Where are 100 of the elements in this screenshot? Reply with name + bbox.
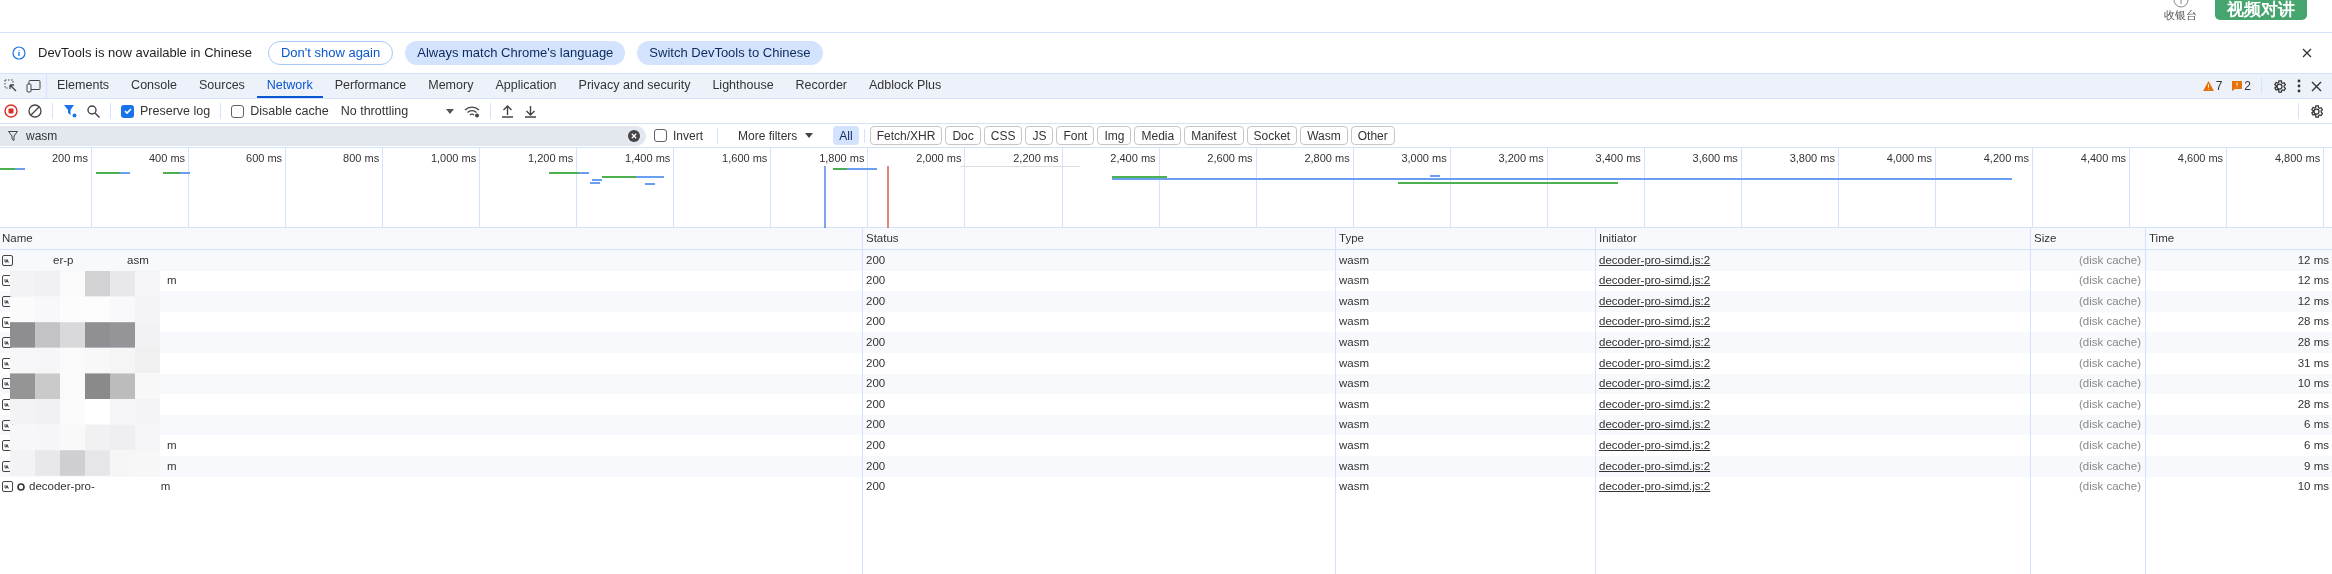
column-header[interactable]: Status <box>866 229 899 248</box>
issue-icon[interactable] <box>2232 81 2243 91</box>
panel-tab[interactable]: Sources <box>189 74 255 98</box>
type-cell-text: wasm <box>1339 479 1370 495</box>
issue-count[interactable]: 2 <box>2244 77 2251 95</box>
panel-tab[interactable]: Memory <box>418 74 484 98</box>
clear-icon[interactable] <box>28 104 42 118</box>
request-name[interactable]: m <box>167 437 177 455</box>
time-cell-text: 9 ms <box>2304 458 2329 474</box>
type-filter-chip[interactable]: Manifest <box>1184 126 1244 145</box>
panel-tab[interactable]: Performance <box>324 74 417 98</box>
initiator-link[interactable]: decoder-pro-simd.js:2 <box>1599 395 1711 414</box>
time-cell-text: 10 ms <box>2297 376 2329 392</box>
warning-icon[interactable] <box>2202 81 2214 91</box>
status-cell-text: 200 <box>866 376 886 392</box>
request-name[interactable]: asm <box>127 251 149 269</box>
size-cell-text: (disk cache) <box>2079 376 2141 392</box>
size-cell-text: (disk cache) <box>2079 314 2141 330</box>
initiator-link[interactable]: decoder-pro-simd.js:2 <box>1599 416 1711 434</box>
settings-icon[interactable] <box>2272 78 2287 94</box>
panel-tab[interactable]: Adblock Plus <box>859 74 952 98</box>
size-cell-text: (disk cache) <box>2079 458 2141 474</box>
type-filter-chip[interactable]: Font <box>1056 126 1095 145</box>
clear-icon[interactable] <box>628 129 640 142</box>
file-icon <box>2 275 13 287</box>
timeline-tick-label: 3,000 ms <box>1401 151 1447 166</box>
status-cell-text: 200 <box>866 479 886 495</box>
initiator-link[interactable]: decoder-pro-simd.js:2 <box>1599 437 1711 455</box>
disable-cache-checkbox[interactable]: Disable cache <box>231 101 329 121</box>
file-icon <box>2 316 13 328</box>
panel-tab[interactable]: Recorder <box>785 74 857 98</box>
checkmark-icon <box>122 106 133 116</box>
initiator-link[interactable]: decoder-pro-simd.js:2 <box>1599 313 1711 331</box>
type-filter-chip[interactable]: Socket <box>1246 126 1298 145</box>
initiator-link[interactable]: decoder-pro-simd.js:2 <box>1599 375 1711 393</box>
settings-icon[interactable] <box>2309 103 2324 119</box>
request-name[interactable]: m <box>167 457 177 475</box>
size-cell-text: (disk cache) <box>2079 355 2141 371</box>
banner-button[interactable]: Switch DevTools to Chinese <box>637 41 823 65</box>
more-icon[interactable] <box>2297 79 2301 93</box>
search-icon[interactable] <box>87 104 100 118</box>
initiator-link[interactable]: decoder-pro-simd.js:2 <box>1599 478 1711 496</box>
type-filter-chip[interactable]: Other <box>1350 126 1395 145</box>
initiator-link[interactable]: decoder-pro-simd.js:2 <box>1599 251 1711 269</box>
timeline-tick-label: 1,200 ms <box>528 151 574 166</box>
network-conditions-icon[interactable] <box>464 104 481 118</box>
upload-icon[interactable] <box>501 104 515 118</box>
inspect-icon[interactable] <box>4 79 18 93</box>
time-cell-text: 28 ms <box>2297 396 2329 412</box>
file-icon <box>2 481 13 493</box>
type-filter-chip[interactable]: Wasm <box>1300 126 1348 145</box>
column-header[interactable]: Initiator <box>1599 229 1637 248</box>
panel-tab[interactable]: Console <box>121 74 187 98</box>
preserve-log-checkbox[interactable]: Preserve log <box>121 101 211 121</box>
initiator-link[interactable]: decoder-pro-simd.js:2 <box>1599 354 1711 372</box>
initiator-link[interactable]: decoder-pro-simd.js:2 <box>1599 457 1711 475</box>
status-cell-text: 200 <box>866 335 886 351</box>
more-filters-dropdown[interactable]: More filters <box>726 126 826 145</box>
type-filter-chip[interactable]: All <box>833 126 859 145</box>
column-header[interactable]: Time <box>2149 229 2175 248</box>
request-name[interactable]: decoder-pro- <box>29 478 95 496</box>
close-icon[interactable] <box>2302 48 2312 58</box>
timeline-tick-label: 3,200 ms <box>1498 151 1544 166</box>
type-filter-chip[interactable]: Img <box>1097 126 1132 145</box>
request-name[interactable]: m <box>160 478 171 496</box>
record-stop-icon[interactable] <box>4 104 18 118</box>
download-icon[interactable] <box>524 104 538 118</box>
warning-count[interactable]: 7 <box>2215 77 2223 95</box>
type-filter-chip[interactable]: CSS <box>983 126 1023 145</box>
column-header[interactable]: Type <box>1339 229 1364 248</box>
panel-tab[interactable]: Elements <box>47 74 120 98</box>
plus-circle-icon <box>2172 0 2189 8</box>
banner-button[interactable]: Always match Chrome's language <box>405 41 626 65</box>
banner-button[interactable]: Don't show again <box>267 41 394 65</box>
filter-icon[interactable] <box>63 104 77 118</box>
column-header[interactable]: Size <box>2034 229 2057 248</box>
request-name[interactable]: m <box>167 272 177 290</box>
panel-tab[interactable]: Application <box>485 74 567 98</box>
panel-tab[interactable]: Network <box>256 74 323 98</box>
cashier-label[interactable]: 收银台 <box>2164 8 2197 22</box>
request-name[interactable]: er-p <box>53 251 123 269</box>
device-toolbar-icon[interactable] <box>26 79 42 93</box>
column-header[interactable]: Name <box>2 229 33 248</box>
initiator-link[interactable]: decoder-pro-simd.js:2 <box>1599 292 1711 311</box>
status-cell-text: 200 <box>866 355 886 371</box>
panel-tab[interactable]: Lighthouse <box>702 74 784 98</box>
type-filter-chip[interactable]: Media <box>1134 126 1182 145</box>
timeline-tick-label: 2,000 ms <box>916 151 962 166</box>
filter-field[interactable]: wasm <box>0 125 646 146</box>
type-filter-chip[interactable]: JS <box>1025 126 1054 145</box>
close-icon[interactable] <box>2311 80 2322 92</box>
type-filter-chip[interactable]: Fetch/XHR <box>869 126 943 145</box>
invert-checkbox[interactable]: Invert <box>654 126 703 145</box>
throttling-dropdown[interactable]: No throttling <box>338 101 455 121</box>
type-filter-chip[interactable]: Doc <box>945 126 981 145</box>
initiator-link[interactable]: decoder-pro-simd.js:2 <box>1599 272 1711 290</box>
file-icon <box>2 378 13 390</box>
initiator-link[interactable]: decoder-pro-simd.js:2 <box>1599 334 1711 352</box>
panel-tab[interactable]: Privacy and security <box>568 74 701 98</box>
timeline-tick-label: 200 ms <box>51 151 88 166</box>
